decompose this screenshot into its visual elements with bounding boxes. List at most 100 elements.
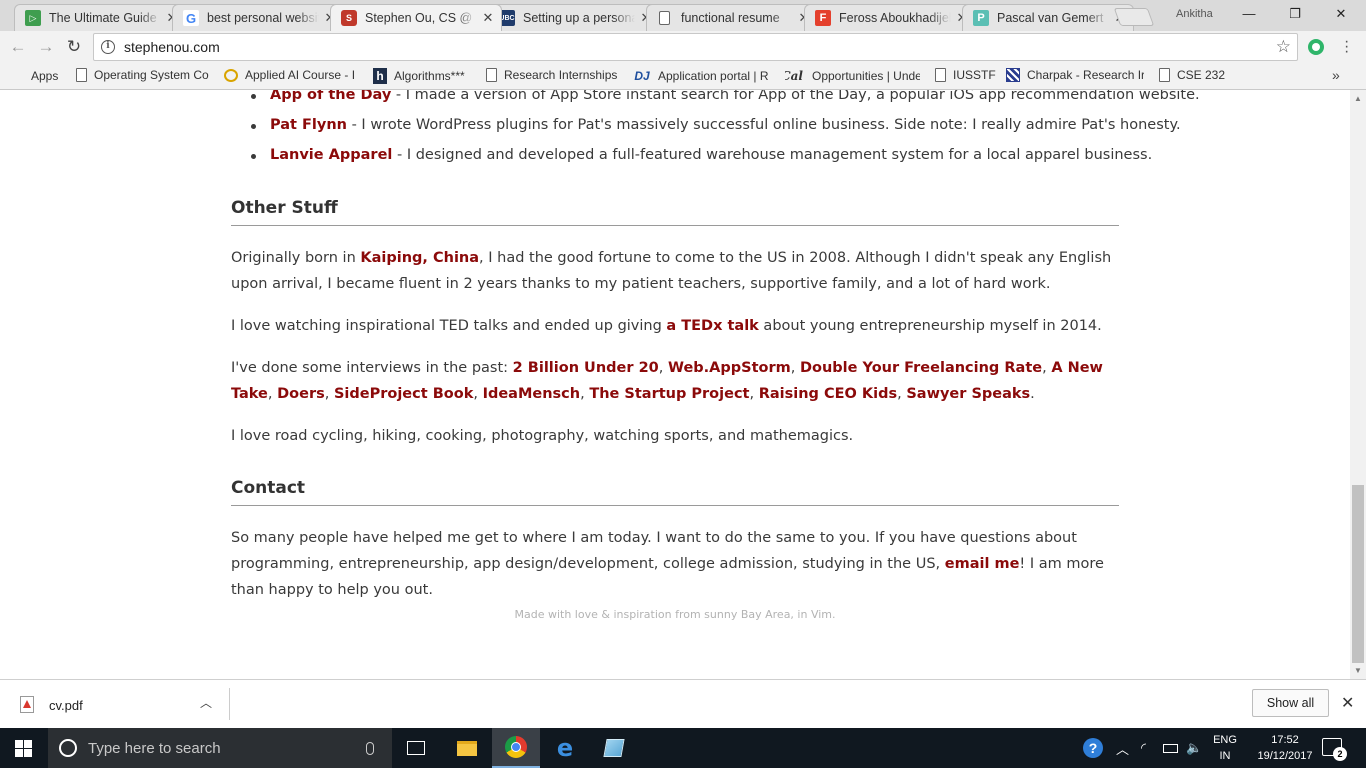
chrome-taskbar-button[interactable] (492, 728, 540, 768)
back-button[interactable]: ← (8, 37, 28, 57)
project-link[interactable]: Pat Flynn (270, 117, 347, 133)
bookmark-label: Opportunities | Unde (812, 69, 920, 83)
chrome-icon (505, 736, 527, 758)
taskbar-search-box[interactable]: Type here to search (48, 728, 392, 768)
tab-title: best personal website (207, 11, 319, 25)
scrollbar-thumb[interactable] (1352, 485, 1364, 663)
chevron-right-icon[interactable]: » (1332, 67, 1340, 83)
bookmark-research-internships[interactable]: Research Internships (486, 68, 617, 82)
lang-code: ENG (1213, 734, 1237, 746)
task-view-button[interactable] (392, 728, 440, 768)
bookmark-label: Applied AI Course - I (245, 68, 356, 82)
language-indicator[interactable]: ENG IN (1212, 732, 1238, 764)
divider (229, 688, 230, 720)
interview-link[interactable]: Sawyer Speaks (906, 386, 1030, 402)
restore-button[interactable]: ❐ (1272, 4, 1318, 24)
tab-title: Stephen Ou, CS @ (365, 11, 477, 25)
interview-link[interactable]: Web.AppStorm (668, 360, 791, 376)
bookmark-label: Operating System Co (94, 68, 209, 82)
paragraph-interviews: I've done some interviews in the past: 2… (231, 360, 1103, 402)
extension-icon[interactable] (1308, 39, 1324, 55)
help-icon[interactable]: ? (1083, 738, 1103, 758)
bookmark-apps[interactable]: Apps (10, 68, 58, 84)
edge-taskbar-button[interactable]: e (541, 728, 589, 768)
close-shelf-icon[interactable]: ✕ (1341, 693, 1354, 713)
new-tab-button[interactable] (1113, 8, 1155, 26)
bookmark-iusstf[interactable]: IUSSTF (935, 68, 996, 82)
close-tab-icon[interactable]: ✕ (481, 10, 495, 26)
section-heading-contact: Contact (231, 478, 1119, 506)
minimize-button[interactable]: — (1226, 4, 1272, 24)
volume-icon[interactable]: 🔈 (1186, 728, 1202, 768)
scroll-up-icon[interactable]: ▲ (1354, 94, 1362, 103)
project-link[interactable]: Lanvie Apparel (270, 147, 392, 163)
file-explorer-button[interactable] (443, 728, 491, 768)
address-bar[interactable]: i stephenou.com ☆ (93, 33, 1298, 61)
show-all-button[interactable]: Show all (1252, 689, 1329, 717)
download-shelf: cv.pdf ︿ Show all ✕ (0, 679, 1366, 728)
clock[interactable]: 17:52 19/12/2017 (1250, 732, 1320, 764)
bookmark-operating-system[interactable]: Operating System Co (76, 68, 210, 82)
download-file-name[interactable]: cv.pdf (49, 698, 83, 713)
google-icon: G (183, 10, 199, 26)
profile-name[interactable]: Ankitha (1176, 8, 1213, 20)
page-icon (659, 11, 670, 25)
bookmark-applied-ai[interactable]: Applied AI Course - I (224, 68, 362, 82)
tab-pascal[interactable]: P Pascal van Gemert ✕ (962, 4, 1134, 31)
store-taskbar-button[interactable] (590, 728, 638, 768)
region-code: IN (1219, 750, 1231, 762)
paragraph-origin: Originally born in Kaiping, China, I had… (231, 245, 1119, 297)
email-link[interactable]: email me (945, 556, 1020, 572)
interview-link[interactable]: SideProject Book (334, 386, 473, 402)
search-placeholder: Type here to search (88, 739, 221, 757)
reload-button[interactable]: ↻ (64, 37, 84, 57)
interview-link[interactable]: The Startup Project (589, 386, 749, 402)
windows-start-icon[interactable] (15, 740, 32, 757)
chevron-up-icon[interactable]: ︿ (200, 694, 212, 711)
tab-stephen-ou[interactable]: S Stephen Ou, CS @ ✕ (330, 4, 502, 31)
tab-ultimate-guide[interactable]: ▷ The Ultimate Guide ✕ (14, 4, 186, 31)
cortana-icon (59, 739, 77, 757)
scroll-down-icon[interactable]: ▼ (1354, 666, 1362, 675)
interview-link[interactable]: Doers (277, 386, 325, 402)
wifi-icon[interactable]: ◜ (1141, 728, 1146, 768)
info-icon[interactable]: i (101, 40, 115, 54)
tedx-link[interactable]: a TEDx talk (666, 318, 758, 334)
bookmark-algorithms[interactable]: h Algorithms*** (373, 68, 465, 84)
bookmark-charpak[interactable]: Charpak - Research Ir (1006, 68, 1144, 82)
ai-course-icon (224, 68, 238, 82)
bookmark-label: Charpak - Research Ir (1027, 68, 1144, 82)
menu-icon[interactable]: · · · (1344, 34, 1350, 60)
bookmark-opportunities[interactable]: Cal Opportunities | Unde (785, 68, 920, 84)
bookmark-label: Application portal | R (658, 69, 769, 83)
list-item: App of the Day - I made a version of App… (231, 90, 1200, 103)
project-link[interactable]: App of the Day (270, 90, 391, 103)
kaiping-link[interactable]: Kaiping, China (360, 250, 479, 266)
battery-icon[interactable] (1163, 728, 1178, 768)
close-window-button[interactable]: ✕ (1318, 4, 1364, 24)
page-icon (486, 68, 497, 82)
bookmark-cse232[interactable]: CSE 232 (1159, 68, 1225, 82)
tab-best-personal-website[interactable]: G best personal website ✕ (172, 4, 344, 31)
text: I love watching inspirational TED talks … (231, 318, 667, 334)
page-content: App of the Day - I made a version of App… (0, 90, 1350, 679)
interview-link[interactable]: IdeaMensch (483, 386, 581, 402)
h-icon: h (373, 68, 387, 84)
interview-link[interactable]: Raising CEO Kids (759, 386, 897, 402)
interview-link[interactable]: 2 Billion Under 20 (513, 360, 659, 376)
bookmark-star-icon[interactable]: ☆ (1276, 37, 1291, 57)
tab-feross[interactable]: F Feross Aboukhadijeh ✕ (804, 4, 976, 31)
microphone-icon[interactable] (366, 741, 374, 755)
page-scrollbar[interactable]: ▲ ▼ (1350, 90, 1366, 679)
tab-setting-up-personal[interactable]: UBC Setting up a personal ✕ (488, 4, 660, 31)
show-hidden-icons[interactable]: ︿ (1116, 728, 1129, 768)
tab-favicon-icon: ▷ (25, 10, 41, 26)
tab-functional-resume[interactable]: functional resume ✕ (646, 4, 818, 31)
page-footer: Made with love & inspiration from sunny … (514, 608, 836, 621)
interview-link[interactable]: Double Your Freelancing Rate (800, 360, 1042, 376)
bookmark-application-portal[interactable]: DJ Application portal | R (633, 68, 771, 84)
forward-button[interactable]: → (36, 37, 56, 57)
tab-title: functional resume (681, 11, 793, 25)
url-text[interactable]: stephenou.com (124, 39, 1276, 55)
folder-icon (457, 740, 477, 756)
